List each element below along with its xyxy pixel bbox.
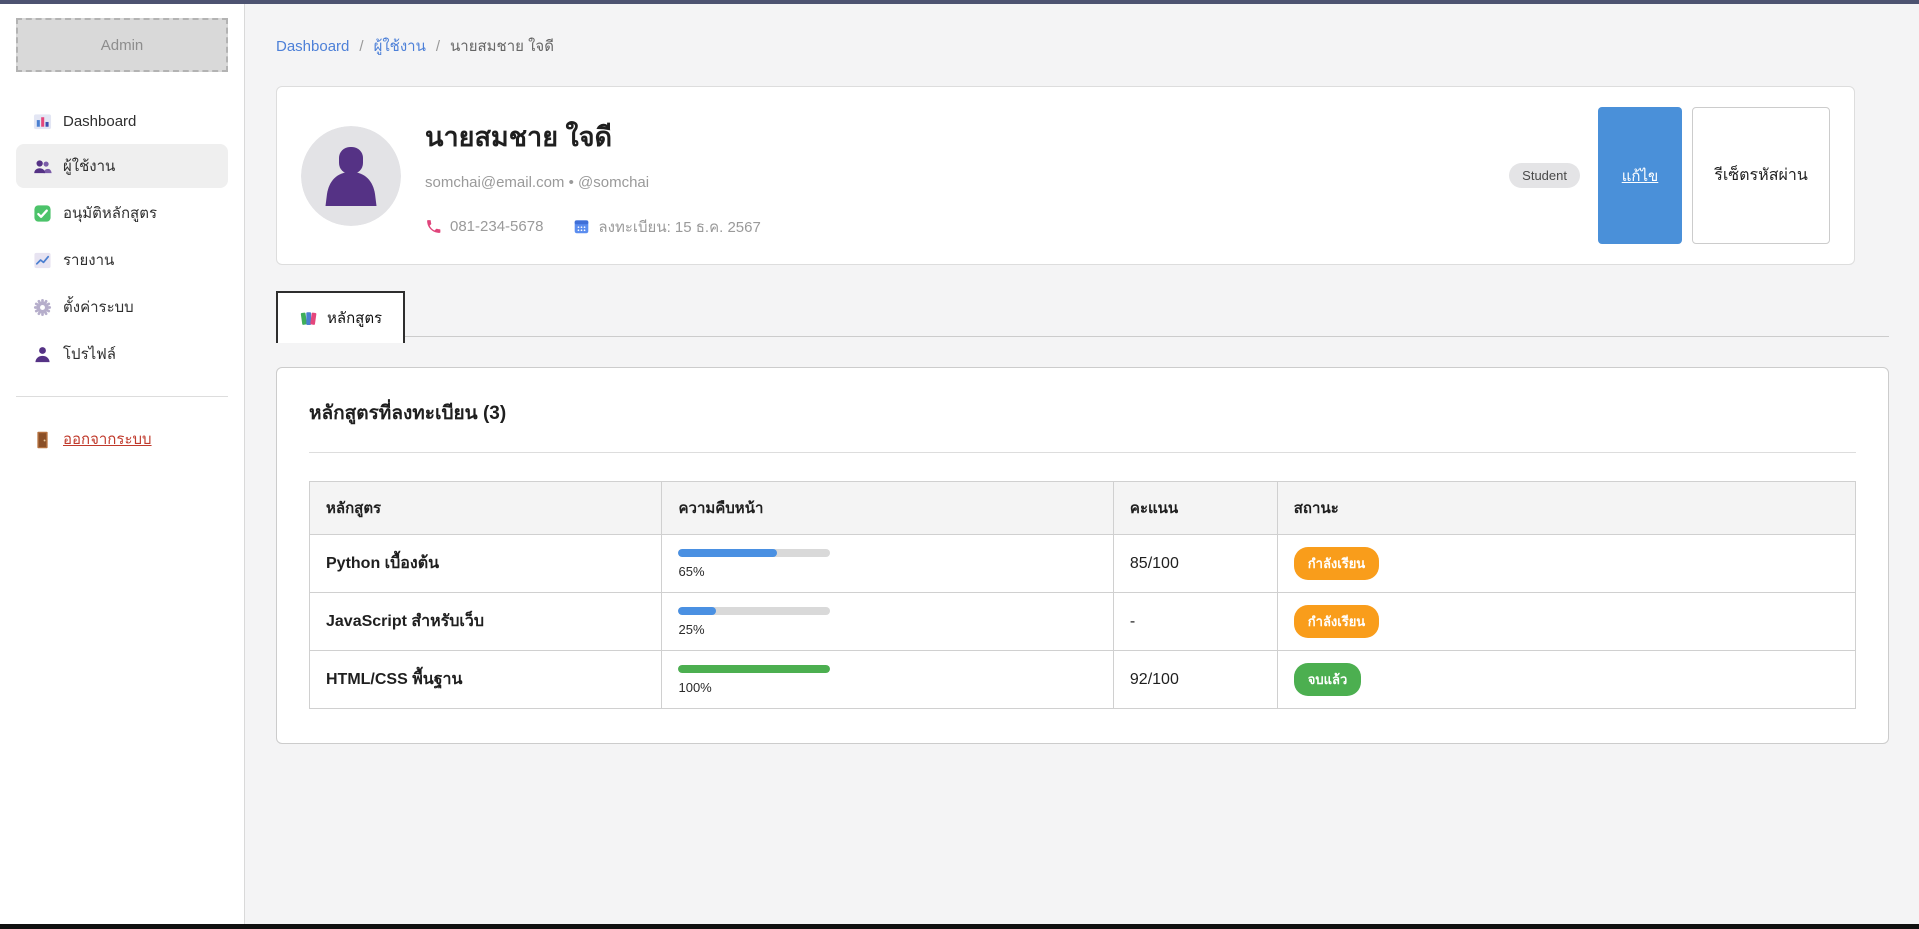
window-bottom-edge <box>0 924 1919 929</box>
score-cell: 85/100 <box>1113 535 1277 593</box>
sidebar-item-users[interactable]: ผู้ใช้งาน <box>16 144 228 188</box>
status-badge: กำลังเรียน <box>1294 605 1379 638</box>
sidebar-item-label: รายงาน <box>63 248 114 272</box>
gear-icon <box>33 298 52 317</box>
status-cell: กำลังเรียน <box>1277 593 1855 651</box>
person-silhouette-icon <box>301 126 401 226</box>
breadcrumb-separator: / <box>359 38 363 55</box>
door-icon <box>33 430 52 449</box>
status-badge: กำลังเรียน <box>1294 547 1379 580</box>
status-cell: จบแล้ว <box>1277 651 1855 709</box>
course-name-cell: Python เบื้องต้น <box>310 535 662 593</box>
breadcrumb-current: นายสมชาย ใจดี <box>450 34 554 58</box>
admin-logo-label: Admin <box>101 37 144 54</box>
progress-fill <box>678 607 716 615</box>
admin-logo: Admin <box>16 18 228 72</box>
bar-chart-icon <box>33 112 52 131</box>
sidebar-item-label: โปรไฟล์ <box>63 342 116 366</box>
panel-title: หลักสูตรที่ลงทะเบียน (3) <box>309 398 1856 428</box>
user-phone: 081-234-5678 <box>450 218 543 235</box>
column-header: คะแนน <box>1113 482 1277 535</box>
column-header: สถานะ <box>1277 482 1855 535</box>
sidebar-item-label: ผู้ใช้งาน <box>63 154 115 178</box>
tab-courses[interactable]: หลักสูตร <box>276 291 405 343</box>
main-content: Dashboard / ผู้ใช้งาน / นายสมชาย ใจดี นายสมช… <box>246 4 1919 924</box>
line-chart-icon <box>33 251 52 270</box>
role-badge: Student <box>1509 163 1580 188</box>
sidebar-item-label: อนุมัติหลักสูตร <box>63 201 157 225</box>
table-row: Python เบื้องต้น 65% 85/100 กำลังเรียน <box>310 535 1856 593</box>
edit-button[interactable]: แก้ไข <box>1598 107 1682 244</box>
column-header: หลักสูตร <box>310 482 662 535</box>
course-name-cell: JavaScript สำหรับเว็บ <box>310 593 662 651</box>
progress-fill <box>678 549 777 557</box>
profile-actions: Student แก้ไข รีเซ็ตรหัสผ่าน <box>1509 107 1830 244</box>
sidebar: Admin Dashboard ผู้ใช้งานอนุมัติหลักสูตรร… <box>0 4 245 924</box>
sidebar-item-label: ตั้งค่าระบบ <box>63 295 134 319</box>
status-badge: จบแล้ว <box>1294 663 1362 696</box>
sidebar-item-approve-courses[interactable]: อนุมัติหลักสูตร <box>16 191 228 235</box>
reset-password-button[interactable]: รีเซ็ตรหัสผ่าน <box>1692 107 1830 244</box>
progress-cell: 25% <box>662 593 1113 651</box>
sidebar-item-dashboard[interactable]: Dashboard <box>16 102 228 141</box>
approve-check-icon <box>33 204 52 223</box>
tab-courses-label: หลักสูตร <box>327 306 382 330</box>
breadcrumb-separator: / <box>436 38 440 55</box>
sidebar-item-settings[interactable]: ตั้งค่าระบบ <box>16 285 228 329</box>
user-profile-card: นายสมชาย ใจดี somchai@email.com • @somch… <box>276 86 1855 265</box>
user-email: somchai@email.com • @somchai <box>425 174 1485 191</box>
course-name-cell: HTML/CSS พื้นฐาน <box>310 651 662 709</box>
logout-label: ออกจากระบบ <box>63 427 152 451</box>
profile-info: นายสมชาย ใจดี somchai@email.com • @somch… <box>425 113 1485 239</box>
progress-bar <box>678 665 830 673</box>
course-table-header-row: หลักสูตรความคืบหน้าคะแนนสถานะ <box>310 482 1856 535</box>
progress-fill <box>678 665 830 673</box>
panel-divider <box>309 452 1856 453</box>
phone-item: 081-234-5678 <box>425 218 543 235</box>
breadcrumb: Dashboard / ผู้ใช้งาน / นายสมชาย ใจดี <box>276 34 1889 58</box>
table-row: HTML/CSS พื้นฐาน 100% 92/100 จบแล้ว <box>310 651 1856 709</box>
progress-bar <box>678 549 830 557</box>
sidebar-item-reports[interactable]: รายงาน <box>16 238 228 282</box>
sidebar-item-profile[interactable]: โปรไฟล์ <box>16 332 228 376</box>
registered-item: ลงทะเบียน: 15 ธ.ค. 2567 <box>573 215 760 239</box>
registered-date: ลงทะเบียน: 15 ธ.ค. 2567 <box>598 215 760 239</box>
profile-meta: 081-234-5678 ลงทะเบียน: 15 ธ.ค. 2567 <box>425 215 1485 239</box>
registered-courses-panel: หลักสูตรที่ลงทะเบียน (3) หลักสูตรความคืบ… <box>276 367 1889 744</box>
phone-icon <box>425 218 442 235</box>
courses-table: หลักสูตรความคืบหน้าคะแนนสถานะ Python เบื… <box>309 481 1856 709</box>
breadcrumb-link[interactable]: Dashboard <box>276 38 349 55</box>
calendar-icon <box>573 218 590 235</box>
progress-label: 25% <box>678 622 1096 637</box>
progress-label: 100% <box>678 680 1096 695</box>
user-name: นายสมชาย ใจดี <box>425 115 1485 158</box>
score-cell: 92/100 <box>1113 651 1277 709</box>
progress-cell: 65% <box>662 535 1113 593</box>
status-cell: กำลังเรียน <box>1277 535 1855 593</box>
breadcrumb-link[interactable]: ผู้ใช้งาน <box>374 34 426 58</box>
person-icon <box>33 345 52 364</box>
sidebar-item-label: Dashboard <box>63 113 136 130</box>
score-cell: - <box>1113 593 1277 651</box>
avatar <box>301 126 401 226</box>
progress-cell: 100% <box>662 651 1113 709</box>
table-row: JavaScript สำหรับเว็บ 25% - กำลังเรียน <box>310 593 1856 651</box>
progress-label: 65% <box>678 564 1096 579</box>
column-header: ความคืบหน้า <box>662 482 1113 535</box>
tab-bar: หลักสูตร <box>276 291 1889 343</box>
books-icon <box>299 309 318 328</box>
users-icon <box>33 157 52 176</box>
progress-bar <box>678 607 830 615</box>
sidebar-item-logout[interactable]: ออกจากระบบ <box>16 417 228 461</box>
sidebar-nav: Dashboard ผู้ใช้งานอนุมัติหลักสูตรรายงานต… <box>0 102 244 376</box>
course-table-body: Python เบื้องต้น 65% 85/100 กำลังเรียน J… <box>310 535 1856 709</box>
sidebar-divider <box>16 396 228 397</box>
window-top-edge <box>0 0 1919 4</box>
